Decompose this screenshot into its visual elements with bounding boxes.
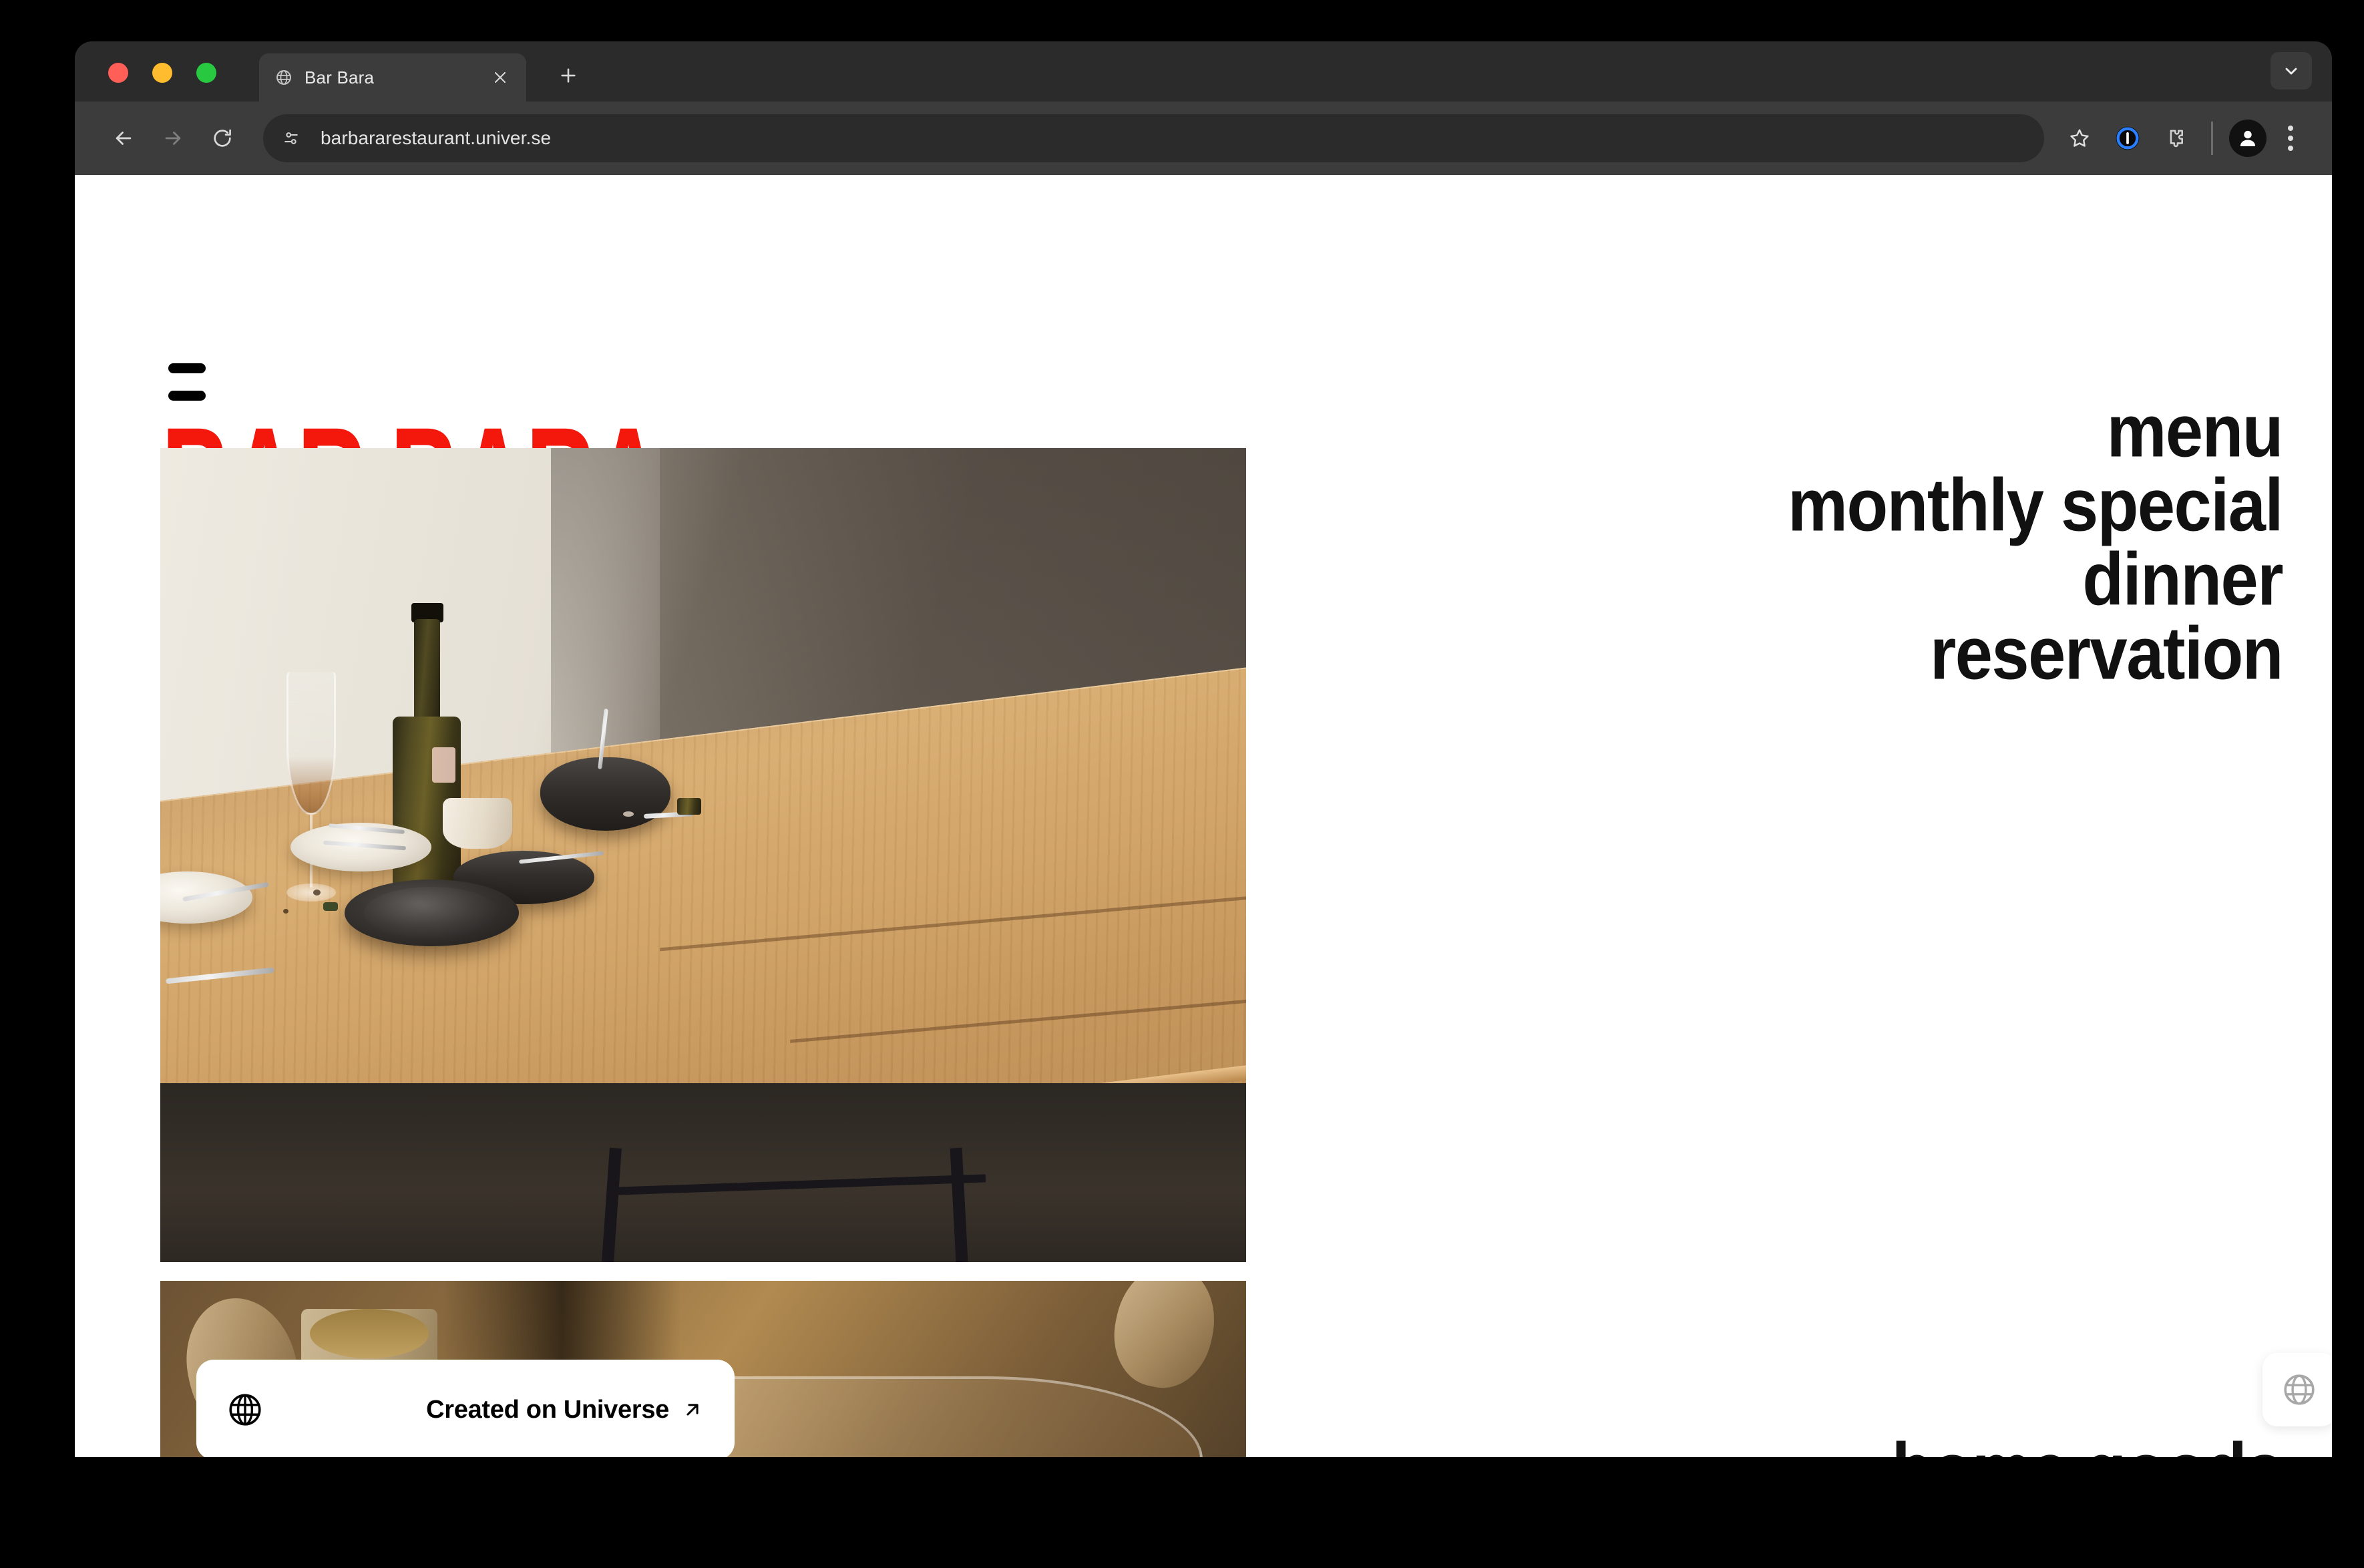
wine-glass-bowl xyxy=(286,672,337,815)
hamburger-menu-icon[interactable] xyxy=(168,363,211,401)
star-icon xyxy=(2070,129,2089,147)
address-bar[interactable]: barbararestaurant.univer.se xyxy=(263,114,2044,162)
address-bar-url[interactable]: barbararestaurant.univer.se xyxy=(321,128,551,149)
bottle-label xyxy=(432,747,456,783)
toolbar-divider xyxy=(2211,122,2213,155)
photo-column xyxy=(160,448,1246,1457)
nav-link-home-goods[interactable]: home goods xyxy=(1892,1432,2284,1457)
white-cup xyxy=(442,798,512,849)
extensions-button[interactable] xyxy=(2154,118,2195,159)
created-on-universe-badge[interactable]: Created on Universe xyxy=(196,1360,735,1457)
universe-badge-label: Created on Universe xyxy=(426,1396,704,1424)
hamburger-bar xyxy=(168,363,206,373)
dark-plate-main xyxy=(345,879,519,947)
minimize-window-button[interactable] xyxy=(152,63,172,83)
chevron-down-icon xyxy=(2285,67,2297,75)
person-icon xyxy=(2240,130,2256,146)
onepassword-icon xyxy=(2116,126,2140,150)
site-settings-icon[interactable] xyxy=(274,121,309,156)
primary-navigation: menu monthly special dinner reservation xyxy=(1788,394,2284,695)
dinner-table-photo[interactable] xyxy=(160,448,1246,1262)
language-selector-button[interactable] xyxy=(2262,1353,2332,1426)
page-viewport: BAR BARA• xyxy=(75,175,2332,1457)
browser-tab-title: Bar Bara xyxy=(305,67,375,87)
browser-window: Bar Bara barbararestaurant.univer.se men… xyxy=(75,41,2332,1457)
menu-dot xyxy=(2288,136,2293,141)
password-manager-button[interactable] xyxy=(2107,118,2148,159)
browser-tab[interactable]: Bar Bara xyxy=(259,53,526,102)
globe-icon xyxy=(276,70,291,85)
maximize-window-button[interactable] xyxy=(196,63,216,83)
nav-link-monthly-special[interactable]: monthly special xyxy=(1788,468,2283,542)
browser-toolbar: barbararestaurant.univer.se xyxy=(75,102,2332,175)
nav-link-reservation[interactable]: reservation xyxy=(1788,616,2284,691)
back-button[interactable] xyxy=(102,116,146,160)
nav-link-dinner[interactable]: dinner xyxy=(1788,542,2283,616)
crumb xyxy=(622,811,634,817)
new-tab-button[interactable] xyxy=(553,60,584,91)
globe-icon xyxy=(229,1394,261,1426)
window-traffic-lights xyxy=(108,63,216,83)
secondary-navigation: home goods catering contact xyxy=(1892,1432,2284,1457)
herb-garnish xyxy=(323,902,338,912)
crumb xyxy=(282,908,288,914)
browser-tab-strip: Bar Bara xyxy=(75,41,2332,102)
dark-bowl xyxy=(540,757,671,831)
arrow-right-icon xyxy=(165,132,181,145)
nav-link-menu[interactable]: menu xyxy=(1788,394,2284,468)
dark-object xyxy=(676,798,701,815)
close-tab-icon[interactable] xyxy=(489,66,512,89)
tab-list-button[interactable] xyxy=(2271,52,2312,89)
forward-button[interactable] xyxy=(151,116,195,160)
floor xyxy=(160,1083,1246,1262)
menu-dot xyxy=(2288,126,2293,131)
arrow-left-icon xyxy=(116,132,132,145)
crumb xyxy=(313,889,321,896)
arrow-up-right-icon xyxy=(686,1404,699,1416)
profile-avatar[interactable] xyxy=(2229,120,2267,157)
universe-badge-text: Created on Universe xyxy=(426,1395,669,1424)
reload-icon xyxy=(214,129,231,147)
menu-dot xyxy=(2288,146,2293,151)
globe-icon xyxy=(2284,1374,2315,1405)
reload-button[interactable] xyxy=(200,116,244,160)
puzzle-piece-icon xyxy=(2170,130,2183,148)
browser-menu-button[interactable] xyxy=(2272,116,2309,160)
wine-glass-foot xyxy=(286,884,337,902)
bookmark-button[interactable] xyxy=(2057,116,2102,160)
bottle-neck xyxy=(414,618,441,733)
close-window-button[interactable] xyxy=(108,63,128,83)
